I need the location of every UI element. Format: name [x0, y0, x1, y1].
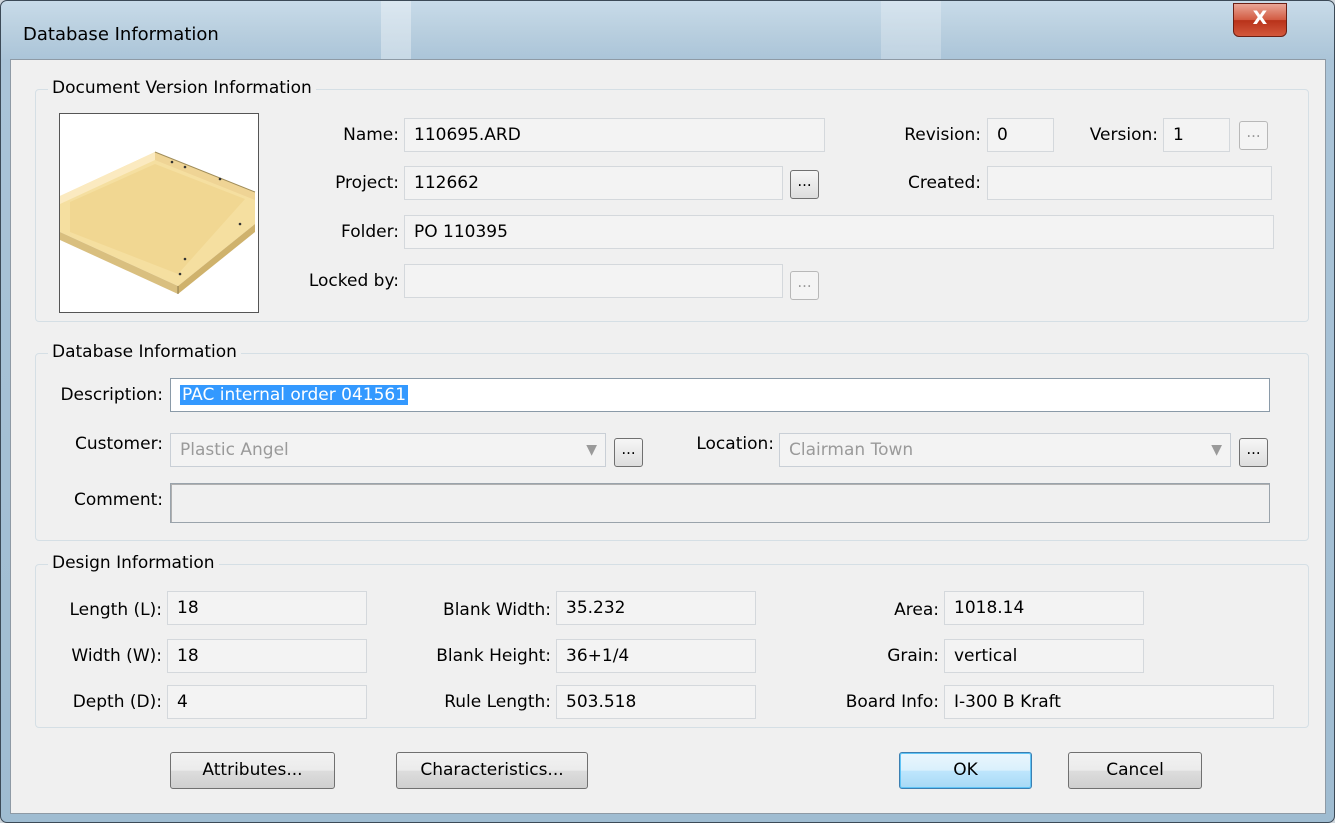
cancel-button[interactable]: Cancel [1068, 752, 1202, 789]
blank-height-field: 36+1/4 [556, 639, 756, 673]
area-label: Area: [894, 600, 939, 620]
comment-field [170, 483, 1270, 523]
name-label: Name: [343, 125, 399, 145]
blank-width-label: Blank Width: [443, 600, 551, 620]
length-label: Length (L): [69, 600, 162, 620]
group-title: Design Information [48, 553, 219, 573]
attributes-button[interactable]: Attributes... [170, 752, 335, 789]
design-thumbnail [59, 113, 259, 313]
description-input[interactable]: PAC internal order 041561 [170, 378, 1270, 412]
board-info-label: Board Info: [845, 692, 939, 712]
board-info-field: I-300 B Kraft [944, 685, 1274, 719]
revision-field: 0 [987, 118, 1054, 152]
width-field: 18 [167, 639, 367, 673]
customer-value: Plastic Angel [180, 440, 289, 460]
length-field: 18 [167, 591, 367, 625]
created-label: Created: [907, 173, 981, 193]
customer-browse-button[interactable]: ... [614, 438, 643, 467]
blank-height-label: Blank Height: [436, 646, 551, 666]
project-label: Project: [335, 173, 399, 193]
titlebar-highlight [381, 1, 411, 59]
name-field: 110695.ARD [404, 118, 825, 152]
titlebar-highlight [881, 1, 941, 59]
close-icon: X [1252, 7, 1268, 29]
folder-field: PO 110395 [404, 215, 1274, 249]
location-label: Location: [696, 434, 774, 454]
location-browse-button[interactable]: ... [1239, 438, 1268, 467]
characteristics-button[interactable]: Characteristics... [396, 752, 588, 789]
rule-length-field: 503.518 [556, 685, 756, 719]
location-value: Clairman Town [789, 440, 914, 460]
width-label: Width (W): [71, 646, 162, 666]
grain-field: vertical [944, 639, 1144, 673]
folder-label: Folder: [341, 222, 399, 242]
group-title: Database Information [48, 342, 241, 362]
chevron-down-icon: ▼ [586, 442, 597, 458]
comment-label: Comment: [73, 490, 163, 510]
locked-by-label: Locked by: [308, 271, 399, 291]
blank-width-field: 35.232 [556, 591, 756, 625]
revision-label: Revision: [904, 125, 981, 145]
project-browse-button[interactable]: ... [790, 170, 819, 199]
version-field: 1 [1163, 118, 1230, 152]
dialog-window: Database Information X Document Version … [0, 0, 1335, 823]
rule-length-label: Rule Length: [444, 692, 551, 712]
locked-by-browse-button: ... [790, 271, 819, 300]
version-label: Version: [1089, 125, 1158, 145]
description-selected-text: PAC internal order 041561 [180, 385, 409, 405]
depth-label: Depth (D): [72, 692, 162, 712]
depth-field: 4 [167, 685, 367, 719]
close-button[interactable]: X [1233, 3, 1287, 37]
locked-by-field [404, 264, 783, 298]
chevron-down-icon: ▼ [1211, 442, 1222, 458]
project-field: 112662 [404, 166, 783, 200]
grain-label: Grain: [887, 646, 939, 666]
ok-button[interactable]: OK [899, 752, 1032, 789]
created-field [987, 166, 1272, 200]
area-field: 1018.14 [944, 591, 1144, 625]
version-browse-button: ... [1239, 121, 1268, 150]
group-title: Document Version Information [48, 78, 316, 98]
customer-label: Customer: [74, 434, 163, 454]
customer-select: Plastic Angel ▼ [170, 433, 606, 467]
window-title: Database Information [23, 24, 219, 45]
location-select: Clairman Town ▼ [779, 433, 1231, 467]
description-label: Description: [60, 385, 163, 405]
dialog-client-area: Document Version Information Name: 11069… [10, 59, 1326, 814]
